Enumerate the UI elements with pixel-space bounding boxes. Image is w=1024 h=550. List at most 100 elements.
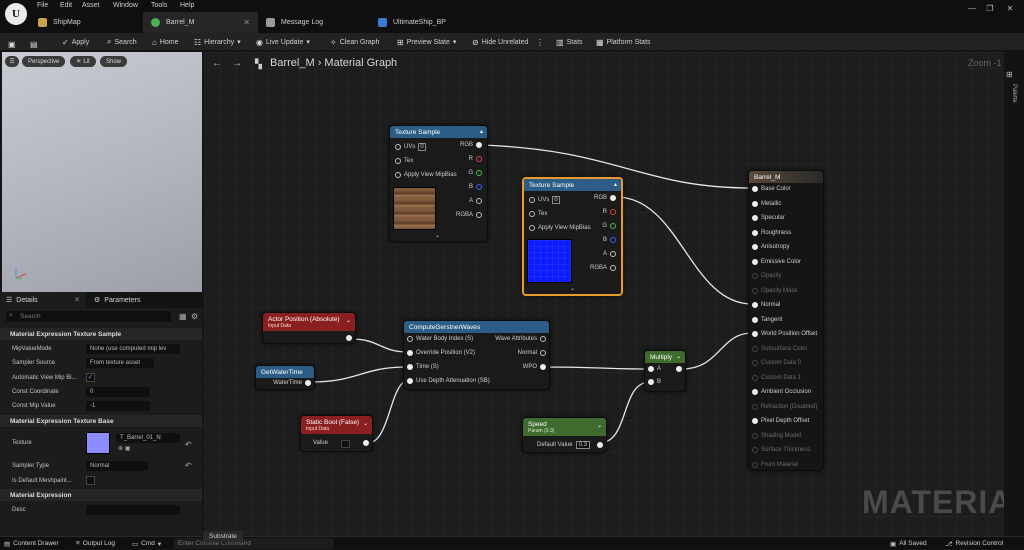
menu-window[interactable]: Window <box>113 2 138 9</box>
result-pin[interactable]: Shading Model <box>752 432 801 439</box>
menu-asset[interactable]: Asset <box>82 2 100 9</box>
pin-output[interactable] <box>597 442 603 448</box>
pin-r[interactable]: R <box>603 209 616 215</box>
pin-water-body-index[interactable]: Water Body Index (S) <box>407 336 473 342</box>
pin-a[interactable]: A <box>648 366 661 372</box>
result-pin[interactable]: Custom Data 1 <box>752 374 801 381</box>
table-view-icon[interactable]: ▦ <box>179 312 187 321</box>
details-search-input[interactable]: Search <box>6 311 171 322</box>
all-saved-button[interactable]: ▣ All Saved <box>890 537 927 550</box>
result-pin[interactable]: Refraction (Disabled) <box>752 403 817 410</box>
collapse-chevron-icon[interactable]: ⌄ <box>363 420 368 427</box>
texture-thumbnail[interactable] <box>86 432 110 454</box>
sampler-type-select[interactable]: Normal <box>86 461 148 471</box>
node-texture-sample-1[interactable]: Texture Sample ▴ UVs 0 Tex Apply View Mip… <box>389 125 488 242</box>
collapse-chevron-icon[interactable]: ⌄ <box>676 353 681 360</box>
texture-asset-select[interactable]: T_Barrel_01_N <box>116 433 180 443</box>
auto-view-mip-checkbox[interactable]: ✓ <box>86 373 95 382</box>
breadcrumb-asset[interactable]: Barrel_M <box>270 57 315 69</box>
node-speed-param[interactable]: Speed Param (0.3) ⌄ Default Value 0.3 <box>522 417 607 453</box>
viewport-menu-icon[interactable]: ☰ <box>5 56 19 67</box>
collapse-chevron-icon[interactable]: ▴ <box>614 181 617 188</box>
result-pin[interactable]: Emissive Color <box>752 258 801 265</box>
menu-tools[interactable]: Tools <box>151 2 167 9</box>
pin-output[interactable] <box>346 335 352 341</box>
node-static-bool[interactable]: Static Bool (False) Input Data ⌄ Value <box>300 415 373 452</box>
result-pin[interactable]: Pixel Depth Offset <box>752 418 809 424</box>
material-preview-viewport[interactable]: ☰ Perspective ☀ Lit Show <box>2 52 202 292</box>
pin-uvs[interactable]: UVs 0 <box>529 196 560 204</box>
result-pin[interactable]: Metallic <box>752 200 781 207</box>
home-button[interactable]: ⌂ Home <box>152 33 179 51</box>
node-material-result[interactable]: Barrel_M Base Color Metallic Specular Rough… <box>748 170 824 471</box>
node-get-water-time[interactable]: GetWaterTime WaterTime <box>255 365 315 390</box>
section-texture-sample[interactable]: Material Expression Texture Sample <box>0 328 202 340</box>
collapse-chevron-icon[interactable]: ⌄ <box>597 422 602 429</box>
result-pin[interactable]: Normal <box>752 302 780 308</box>
result-pin[interactable]: Custom Data 0 <box>752 360 801 366</box>
back-arrow-icon[interactable]: ← <box>212 58 222 69</box>
tab-parameters[interactable]: ⚙ Parameters <box>88 292 146 308</box>
pin-wave-attributes[interactable]: Wave Attributes <box>495 336 546 342</box>
result-pin[interactable]: Tangent <box>752 316 782 323</box>
sampler-source-select[interactable]: From texture asset <box>86 358 154 368</box>
pin-b[interactable]: B <box>469 184 482 190</box>
is-default-meshpaint-checkbox[interactable] <box>86 476 95 485</box>
tab-barrel-m[interactable]: Barrel_M ✕ <box>143 12 258 33</box>
pin-override-position[interactable]: Override Position (V2) <box>407 350 475 356</box>
unreal-logo-icon[interactable]: U <box>5 3 27 25</box>
result-pin[interactable]: Subsurface Color <box>752 345 807 352</box>
cmd-button[interactable]: ▭ Cmd ▾ <box>132 537 161 550</box>
pin-wpo-out[interactable]: WPO <box>523 364 546 370</box>
result-pin[interactable]: Anisotropy <box>752 244 789 250</box>
clean-graph-button[interactable]: ✧ Clean Graph <box>330 33 379 51</box>
close-icon[interactable]: ✕ <box>1000 0 1020 16</box>
pin-g[interactable]: G <box>468 170 482 176</box>
preview-state-button[interactable]: ⊞ Preview State ▾ <box>397 33 456 51</box>
default-value-input[interactable]: 0.3 <box>575 441 590 449</box>
pin-water-time[interactable]: WaterTime <box>273 380 311 386</box>
pin-value[interactable]: Value <box>313 440 350 448</box>
lit-button[interactable]: ☀ Lit <box>70 56 96 67</box>
revision-control-button[interactable]: ⎇ Revision Control <box>945 537 1003 550</box>
pin-r[interactable]: R <box>469 156 482 162</box>
save-button[interactable]: ▣ <box>8 35 16 53</box>
search-button[interactable]: ⌕ Search <box>107 33 137 51</box>
tab-ultimateship-bp[interactable]: UltimateShip_BP <box>370 12 490 33</box>
pin-normal-out[interactable]: Normal <box>518 350 546 356</box>
pin-g[interactable]: G <box>602 223 616 229</box>
expand-chevron-icon[interactable]: ⌄ <box>435 232 440 239</box>
node-compute-gerstner-waves[interactable]: ComputeGerstnerWaves Water Body Index (S… <box>403 320 550 390</box>
palette-icon[interactable]: ⊞ <box>1006 70 1013 79</box>
pin-time[interactable]: Time (S) <box>407 364 439 370</box>
apply-button[interactable]: ✓ Apply <box>62 33 89 51</box>
result-pin[interactable]: Front Material <box>752 461 798 468</box>
node-texture-sample-2[interactable]: Texture Sample ▴ UVs 0 Tex Apply View Mip… <box>522 177 623 296</box>
minimize-icon[interactable]: — <box>962 0 982 16</box>
forward-arrow-icon[interactable]: → <box>232 58 242 69</box>
collapse-chevron-icon[interactable]: ▴ <box>480 128 483 135</box>
console-input[interactable]: Enter Console Command <box>174 538 334 549</box>
pin-tex[interactable]: Tex <box>529 211 547 217</box>
pin-use-depth-attenuation[interactable]: Use Depth Attenuation (SB) <box>407 378 490 384</box>
reset-sampler-type-icon[interactable]: ↶ <box>185 461 192 470</box>
platform-stats-button[interactable]: ▦ Platform Stats <box>596 33 651 51</box>
output-log-button[interactable]: ≡ Output Log <box>76 537 115 550</box>
pin-a[interactable]: A <box>603 251 616 257</box>
pin-rgb[interactable]: RGB <box>460 142 482 148</box>
more-options-button[interactable]: ⋮ <box>536 33 544 51</box>
result-pin[interactable]: Roughness <box>752 229 791 236</box>
mip-value-mode-select[interactable]: None (use computed mip lev <box>86 344 180 354</box>
const-coordinate-input[interactable]: 0 <box>86 387 150 397</box>
maximize-icon[interactable]: ❐ <box>980 0 1000 16</box>
perspective-button[interactable]: Perspective <box>22 56 66 67</box>
content-drawer-button[interactable]: ▤ Content Drawer <box>4 537 59 550</box>
pin-tex[interactable]: Tex <box>395 158 413 164</box>
result-pin[interactable]: Base Color <box>752 186 791 192</box>
browse-button[interactable]: ▤ <box>30 35 38 53</box>
texture-asset-actions-icon[interactable]: ⊕ ▣ <box>118 445 130 452</box>
value-checkbox[interactable] <box>341 440 350 448</box>
result-pin[interactable]: World Position Offset <box>752 331 817 337</box>
menu-file[interactable]: File <box>37 2 48 9</box>
pin-output[interactable] <box>676 366 682 372</box>
